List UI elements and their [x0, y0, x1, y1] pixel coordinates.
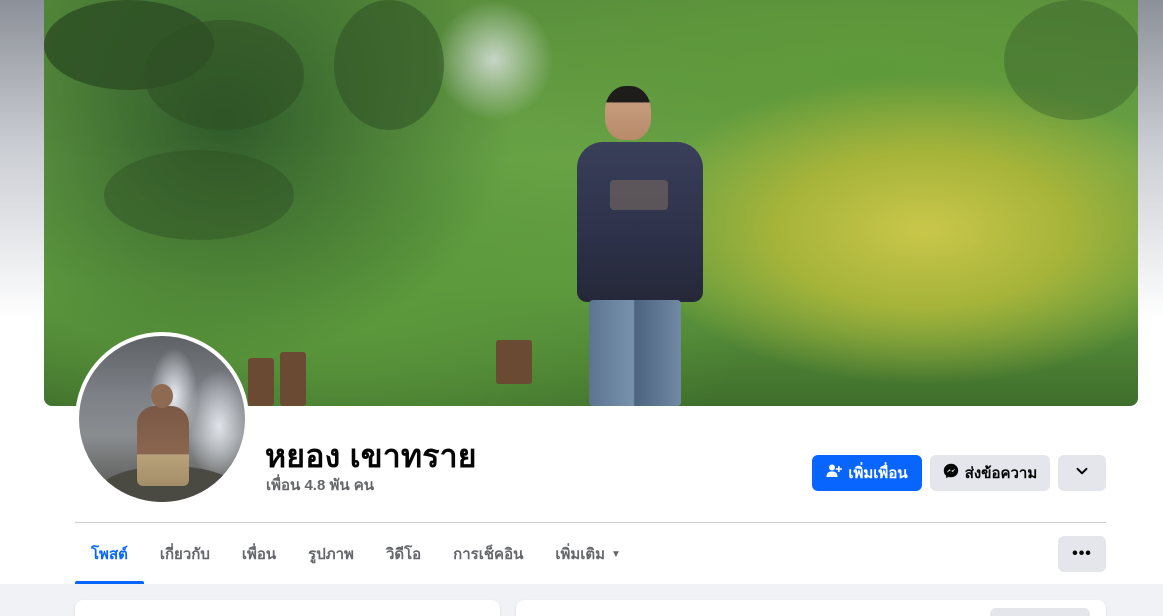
- tab-check-ins[interactable]: การเช็คอิน: [437, 524, 539, 584]
- profile-picture-person-body: [137, 406, 189, 486]
- more-options-icon: •••: [1072, 545, 1092, 562]
- message-label: ส่งข้อความ: [964, 465, 1038, 482]
- tab-label: วิดีโอ: [385, 546, 422, 563]
- tab-photos[interactable]: รูปภาพ: [292, 524, 370, 584]
- profile-tabs: โพสต์ เกี่ยวกับ เพื่อน รูปภาพ วิดีโอ การ…: [75, 524, 637, 584]
- tab-posts[interactable]: โพสต์: [75, 524, 144, 584]
- cover-stump: [280, 352, 306, 406]
- chevron-down-icon: [1075, 464, 1089, 482]
- add-friend-icon: [826, 463, 843, 483]
- tab-label: เกี่ยวกับ: [159, 546, 210, 563]
- add-friend-label: เพิ่มเพื่อน: [848, 465, 908, 482]
- friends-count[interactable]: เพื่อน 4.8 พัน คน: [266, 473, 374, 497]
- cover-haze: [434, 0, 554, 120]
- tab-label: โพสต์: [91, 546, 128, 563]
- profile-picture[interactable]: [75, 332, 249, 506]
- cover-stump: [248, 358, 274, 406]
- cover-tree: [144, 20, 304, 130]
- tab-friends[interactable]: เพื่อน: [226, 524, 292, 584]
- caret-down-icon: ▼: [611, 548, 621, 560]
- cover-person-head: [605, 86, 651, 140]
- cover-bush: [104, 150, 294, 240]
- cover-person-logo: [610, 180, 668, 210]
- tab-about[interactable]: เกี่ยวกับ: [144, 524, 226, 584]
- profile-options-button[interactable]: [1058, 455, 1106, 491]
- more-options-button[interactable]: •••: [1058, 536, 1106, 572]
- tab-label: เพิ่มเติม: [555, 546, 606, 563]
- cover-person-body: [577, 142, 703, 302]
- tab-label: รูปภาพ: [308, 546, 354, 563]
- cover-stump: [496, 340, 532, 384]
- cover-person-legs: [589, 300, 681, 406]
- cover-tree: [1004, 0, 1138, 120]
- intro-card: [75, 600, 500, 616]
- profile-divider: [75, 522, 1106, 523]
- cover-tree: [334, 0, 444, 130]
- tab-more[interactable]: เพิ่มเติม ▼: [539, 524, 637, 584]
- add-friend-button[interactable]: เพิ่มเพื่อน: [812, 455, 922, 491]
- message-button[interactable]: ส่งข้อความ: [930, 455, 1050, 491]
- tab-videos[interactable]: วิดีโอ: [370, 524, 437, 584]
- profile-picture-person-head: [151, 384, 173, 408]
- card-action-button[interactable]: [990, 608, 1090, 616]
- tab-label: เพื่อน: [241, 546, 277, 563]
- tab-label: การเช็คอิน: [453, 546, 524, 563]
- messenger-icon: [943, 463, 959, 483]
